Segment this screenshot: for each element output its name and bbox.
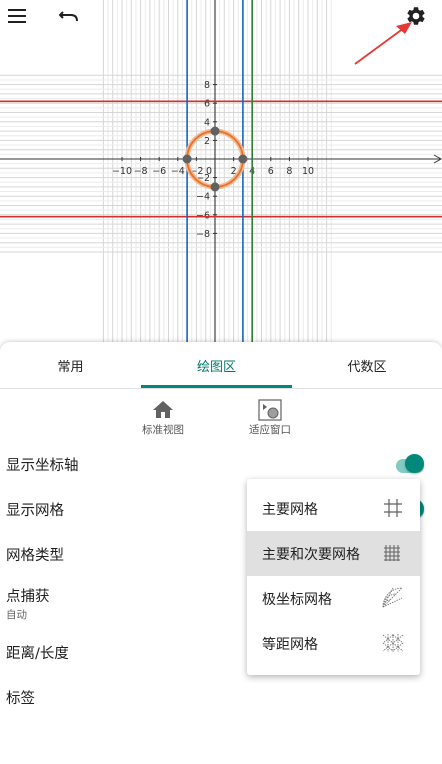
y-tick-label: 4 (204, 117, 210, 128)
grid-type-menu: 主要网格 主要和次要网格 极坐标网格 等距网格 (247, 479, 420, 675)
intersection-point (238, 154, 248, 164)
major-minor-grid-icon (384, 545, 400, 561)
menu-item-label: 极坐标网格 (262, 592, 332, 608)
y-tick-label: 8 (204, 80, 210, 91)
tab-label: 绘图区 (196, 359, 236, 375)
x-tick-label: −6 (152, 166, 166, 177)
y-tick-label: 2 (204, 136, 210, 147)
intersection-point (210, 182, 220, 192)
standard-view-button[interactable]: 标准视图 (133, 400, 193, 437)
point-capture-value: 自动 (6, 609, 27, 621)
y-tick-label: 6 (204, 99, 210, 110)
undo-icon[interactable] (56, 4, 82, 28)
standard-view-label: 标准视图 (142, 424, 184, 436)
distance-label[interactable]: 距离/长度 (6, 642, 69, 663)
point-capture-label[interactable]: 点捕获 (6, 585, 50, 606)
x-tick-label: 8 (286, 166, 292, 177)
tab-bar: 常用 绘图区 代数区 (0, 342, 442, 389)
y-tick-label: −6 (196, 210, 210, 221)
tab-algebra[interactable]: 代数区 (292, 342, 442, 388)
menu-item-label: 主要和次要网格 (262, 547, 360, 563)
menu-item-label: 主要网格 (262, 502, 318, 518)
gear-icon[interactable] (402, 3, 430, 29)
show-grid-label: 显示网格 (6, 503, 64, 519)
show-axes-switch[interactable] (405, 454, 424, 473)
menu-item-isometric-grid[interactable]: 等距网格 (247, 621, 420, 666)
menu-icon[interactable] (4, 4, 30, 28)
menu-item-major-grid[interactable]: 主要网格 (247, 486, 420, 531)
labels-label[interactable]: 标签 (6, 687, 35, 708)
graphics-view[interactable]: −10−8−6−4−202468108642−2−4−6−8 (0, 0, 442, 346)
menu-item-major-minor-grid[interactable]: 主要和次要网格 (247, 531, 420, 576)
menu-item-polar-grid[interactable]: 极坐标网格 (247, 576, 420, 621)
x-tick-label: −10 (112, 166, 132, 177)
menu-item-label: 等距网格 (262, 637, 318, 653)
polar-grid-icon (382, 587, 403, 608)
tab-label: 代数区 (347, 359, 387, 375)
major-grid-icon (384, 499, 402, 517)
x-tick-label: −4 (171, 166, 185, 177)
intersection-point (210, 126, 220, 136)
fit-window-icon (258, 399, 282, 421)
y-tick-label: −4 (196, 192, 210, 203)
intersection-point (182, 154, 192, 164)
isometric-grid-icon (382, 634, 404, 652)
tab-basic[interactable]: 常用 (0, 342, 141, 388)
tab-graphics[interactable]: 绘图区 (141, 342, 292, 388)
annotation-arrow (354, 27, 405, 65)
fit-window-button[interactable]: 适应窗口 (240, 399, 300, 437)
x-tick-label: 6 (268, 166, 274, 177)
y-tick-label: −8 (196, 229, 210, 240)
tab-label: 常用 (57, 359, 84, 375)
active-tab-indicator (141, 385, 292, 388)
show-axes-label: 显示坐标轴 (6, 458, 79, 474)
x-tick-label: 10 (302, 166, 314, 177)
graph-canvas[interactable]: −10−8−6−4−202468108642−2−4−6−8 (0, 0, 442, 346)
fit-window-label: 适应窗口 (249, 424, 291, 436)
grid-type-label[interactable]: 网格类型 (6, 544, 64, 565)
home-icon (153, 401, 173, 418)
x-tick-label: −8 (134, 166, 148, 177)
